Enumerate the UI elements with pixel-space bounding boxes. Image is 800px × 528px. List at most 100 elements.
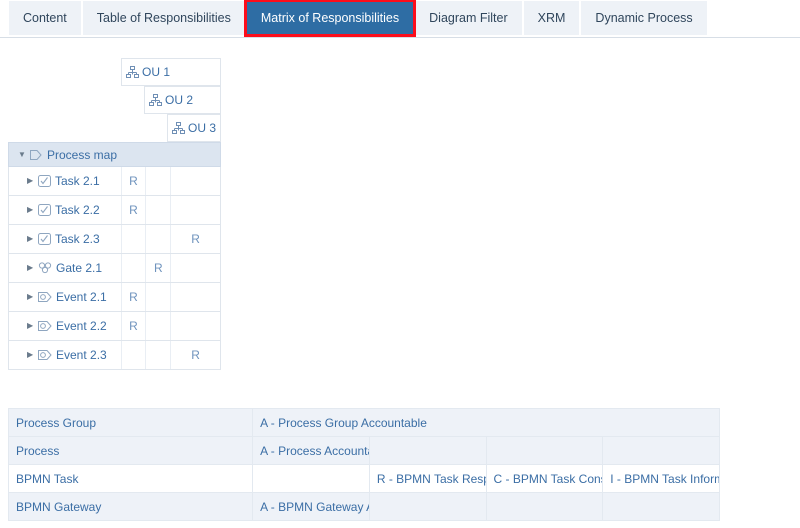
table-row: Process A - Process Accountable: [7, 436, 720, 465]
tab-label: Matrix of Responsibilities: [260, 11, 400, 25]
event-icon: [38, 320, 52, 332]
matrix-cell-ou2[interactable]: [145, 196, 170, 224]
table-row[interactable]: ▶ Task 2.1 R: [8, 167, 221, 196]
expand-arrow-icon[interactable]: ▶: [27, 293, 36, 301]
matrix-row-name: ▶ Task 2.1: [9, 167, 121, 195]
org-unit-icon: [172, 121, 185, 135]
expand-arrow-icon[interactable]: ▶: [27, 351, 36, 359]
tab-dynamic-process[interactable]: Dynamic Process: [580, 1, 708, 35]
tab-xrm[interactable]: XRM: [522, 1, 581, 35]
matrix-cell-ou3[interactable]: R: [170, 341, 220, 369]
task-icon: [38, 204, 51, 216]
expand-arrow-icon[interactable]: ▶: [27, 235, 36, 243]
matrix-group-row-process-map[interactable]: ▼ Process map: [8, 142, 221, 167]
matrix-row-name: ▶ Event 2.3: [9, 341, 121, 369]
matrix-cell-ou1[interactable]: R: [120, 283, 146, 311]
matrix-column-label: OU 3: [188, 121, 217, 135]
tab-matrix-of-responsibilities[interactable]: Matrix of Responsibilities: [243, 0, 417, 37]
matrix-cell-ou1[interactable]: R: [120, 167, 146, 195]
matrix-column-header-ou1[interactable]: OU 1: [121, 58, 221, 86]
table-row[interactable]: ▶ Task 2.2 R: [8, 196, 221, 225]
process-map-icon: [29, 149, 43, 161]
tab-label: Diagram Filter: [429, 11, 508, 25]
task-icon: [38, 175, 51, 187]
expand-arrow-icon[interactable]: ▶: [27, 206, 36, 214]
matrix-row-label: Task 2.1: [55, 174, 100, 188]
responsibility-matrix: OU 1 OU 2 OU 3 ▼ Process map ▶ Task 2.1 …: [8, 58, 221, 370]
matrix-column-header-ou3[interactable]: OU 3: [167, 114, 221, 142]
responsibility-legend-table: Process Group A - Process Group Accounta…: [7, 408, 720, 521]
org-unit-icon: [149, 93, 162, 107]
matrix-row-label: Gate 2.1: [56, 261, 103, 275]
matrix-cell-ou2[interactable]: [145, 341, 170, 369]
matrix-row-label: Task 2.2: [55, 203, 100, 217]
expand-arrow-icon[interactable]: ▶: [27, 177, 36, 185]
table-row[interactable]: ▶ Event 2.2 R: [8, 312, 221, 341]
matrix-group-label: Process map: [47, 147, 118, 162]
legend-cell-responsible: R - BPMN Task Responsible: [368, 464, 487, 493]
legend-description: A - Process Group Accountable: [252, 408, 720, 437]
tab-content[interactable]: Content: [8, 1, 82, 35]
table-row: BPMN Gateway A - BPMN Gateway Accountabl…: [7, 492, 720, 521]
matrix-row-label: Task 2.3: [55, 232, 100, 246]
org-unit-icon: [126, 65, 139, 79]
legend-cell-consulted: C - BPMN Task Consulted: [485, 464, 604, 493]
matrix-row-name: ▶ Gate 2.1: [9, 254, 121, 282]
matrix-cell-ou2[interactable]: R: [145, 254, 170, 282]
tab-table-of-responsibilities[interactable]: Table of Responsibilities: [81, 1, 246, 35]
expand-arrow-icon[interactable]: ▶: [27, 322, 36, 330]
tab-diagram-filter[interactable]: Diagram Filter: [414, 1, 523, 35]
table-row: BPMN Task R - BPMN Task Responsible C - …: [7, 464, 720, 493]
event-icon: [38, 349, 52, 361]
matrix-cell-ou1[interactable]: [120, 254, 146, 282]
matrix-cell-ou1[interactable]: R: [120, 196, 146, 224]
matrix-column-headers: OU 1 OU 2 OU 3: [8, 58, 221, 142]
matrix-cell-ou3[interactable]: [170, 312, 220, 340]
matrix-cell-ou1[interactable]: [120, 341, 146, 369]
legend-key: Process Group: [7, 408, 254, 437]
legend-cell-informed: I - BPMN Task Informed: [602, 464, 720, 493]
tab-label: XRM: [537, 11, 566, 25]
legend-description: A - BPMN Gateway Accountable: [252, 492, 370, 521]
tab-label: Table of Responsibilities: [96, 11, 231, 25]
matrix-cell-ou3[interactable]: R: [170, 225, 220, 253]
matrix-cell-ou2[interactable]: [145, 225, 170, 253]
matrix-cell-ou2[interactable]: [145, 283, 170, 311]
matrix-row-label: Event 2.1: [56, 290, 107, 304]
collapse-arrow-icon[interactable]: ▼: [18, 150, 27, 159]
legend-key: Process: [7, 436, 254, 465]
legend-cell-informed: [602, 492, 720, 521]
matrix-cell-ou1[interactable]: R: [120, 312, 146, 340]
matrix-cell-ou3[interactable]: [170, 283, 220, 311]
legend-description: A - Process Accountable: [252, 436, 370, 465]
matrix-row-name: ▶ Event 2.1: [9, 283, 121, 311]
matrix-row-name: ▶ Task 2.3: [9, 225, 121, 253]
legend-cell-consulted: [485, 436, 604, 465]
legend-cell-responsible: [368, 492, 487, 521]
table-row[interactable]: ▶ Event 2.3 R: [8, 341, 221, 370]
matrix-cell-ou3[interactable]: [170, 254, 220, 282]
matrix-row-label: Event 2.3: [56, 348, 107, 362]
tab-strip: Content Table of Responsibilities Matrix…: [0, 0, 800, 37]
matrix-row-name: ▶ Event 2.2: [9, 312, 121, 340]
tab-strip-filler: [707, 1, 800, 35]
legend-key: BPMN Gateway: [7, 492, 254, 521]
table-row[interactable]: ▶ Gate 2.1 R: [8, 254, 221, 283]
legend-cell-responsible: [368, 436, 487, 465]
matrix-column-header-ou2[interactable]: OU 2: [144, 86, 221, 114]
matrix-column-label: OU 2: [165, 93, 194, 107]
matrix-cell-ou3[interactable]: [170, 167, 220, 195]
matrix-cell-ou1[interactable]: [120, 225, 146, 253]
legend-description: [252, 464, 370, 493]
event-icon: [38, 291, 52, 303]
matrix-cell-ou2[interactable]: [145, 312, 170, 340]
matrix-cell-ou3[interactable]: [170, 196, 220, 224]
table-row[interactable]: ▶ Task 2.3 R: [8, 225, 221, 254]
tab-label: Content: [23, 11, 67, 25]
legend-cell-consulted: [485, 492, 604, 521]
legend-cell-informed: [602, 436, 720, 465]
expand-arrow-icon[interactable]: ▶: [27, 264, 36, 272]
matrix-cell-ou2[interactable]: [145, 167, 170, 195]
matrix-row-name: ▶ Task 2.2: [9, 196, 121, 224]
table-row[interactable]: ▶ Event 2.1 R: [8, 283, 221, 312]
